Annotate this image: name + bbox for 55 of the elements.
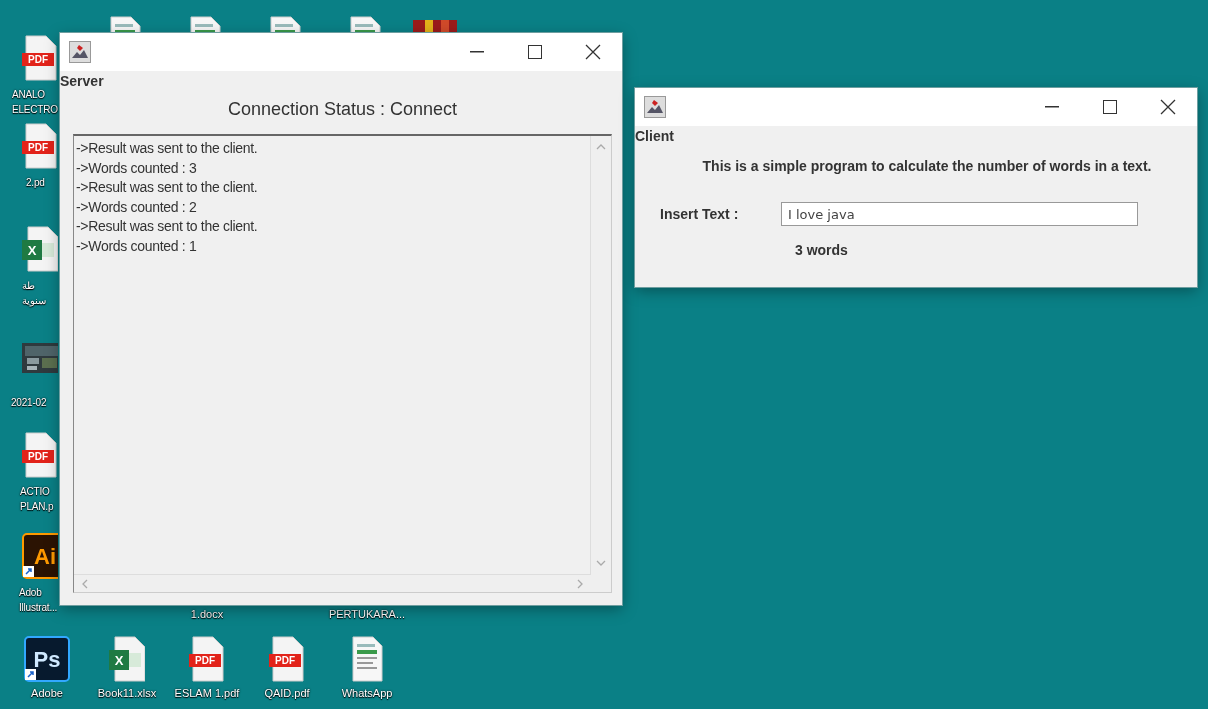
java-app-icon	[69, 41, 91, 63]
pdf-file-icon[interactable]: PDF	[269, 636, 305, 682]
horizontal-scrollbar[interactable]	[74, 574, 591, 592]
pdf-file-icon[interactable]: PDF	[22, 35, 58, 81]
java-app-icon	[644, 96, 666, 118]
file-name: QAID.pdf	[264, 686, 310, 701]
word-count-result: 3 words	[795, 242, 849, 258]
file-name: ELECTRO	[12, 103, 58, 117]
minimize-icon	[1045, 106, 1059, 108]
field-label: Insert Text :	[660, 206, 740, 222]
document-file-icon[interactable]	[351, 636, 383, 682]
document-file-icon[interactable]	[109, 16, 141, 32]
pdf-file-icon[interactable]: PDF	[22, 123, 58, 169]
window-label: Client	[635, 127, 674, 144]
file-name: 1.docx	[190, 607, 224, 622]
log-line: ->Result was sent to the client.	[76, 139, 259, 158]
log-line: ->Result was sent to the client.	[76, 217, 259, 236]
document-file-icon[interactable]	[269, 16, 301, 32]
file-name: PLAN.p	[20, 500, 54, 514]
file-name: 2021-02	[11, 396, 47, 410]
scroll-up-icon[interactable]	[596, 142, 606, 152]
scroll-right-icon[interactable]	[575, 578, 585, 589]
log-line: ->Words counted : 2	[76, 197, 198, 217]
file-name: ESLAM 1.pdf	[174, 686, 240, 701]
scroll-left-icon[interactable]	[80, 578, 90, 589]
connection-status: Connection Status : Connect	[226, 99, 459, 120]
minimize-icon	[470, 51, 484, 53]
close-icon	[1160, 99, 1176, 115]
maximize-icon	[528, 45, 542, 59]
file-name: WhatsApp	[341, 686, 393, 701]
file-name: PERTUKARA...	[328, 607, 406, 622]
file-name: Adob	[19, 586, 42, 600]
pdf-file-icon[interactable]: PDF	[22, 432, 58, 478]
document-file-icon[interactable]	[349, 16, 381, 32]
log-line: ->Words counted : 3	[76, 158, 198, 178]
document-file-icon[interactable]	[189, 16, 221, 32]
file-name: Illustrat...	[19, 601, 58, 615]
photoshop-app-icon[interactable]: Ps	[24, 636, 70, 682]
window-label: Server	[60, 72, 104, 89]
maximize-icon	[1103, 100, 1117, 114]
file-name: ACTIO	[20, 485, 50, 499]
log-line: ->Words counted : 1	[76, 236, 198, 256]
file-name: ANALO	[12, 88, 45, 102]
file-name: Adobe	[31, 686, 63, 701]
file-name: سنوية	[22, 294, 46, 308]
pdf-file-icon[interactable]: PDF	[189, 636, 225, 682]
file-name: 2.pd	[26, 176, 45, 190]
file-name: طة	[22, 279, 35, 293]
close-icon	[585, 44, 601, 60]
scroll-down-icon[interactable]	[596, 558, 606, 568]
text-input-field[interactable]: I love java	[781, 202, 1138, 226]
log-line: ->Result was sent to the client.	[76, 178, 259, 197]
illustrator-app-icon[interactable]: Ai	[22, 533, 58, 579]
description-text: This is a simple program to calculate the number of words in a text.	[701, 158, 1153, 174]
file-name: Book11.xlsx	[97, 686, 157, 701]
